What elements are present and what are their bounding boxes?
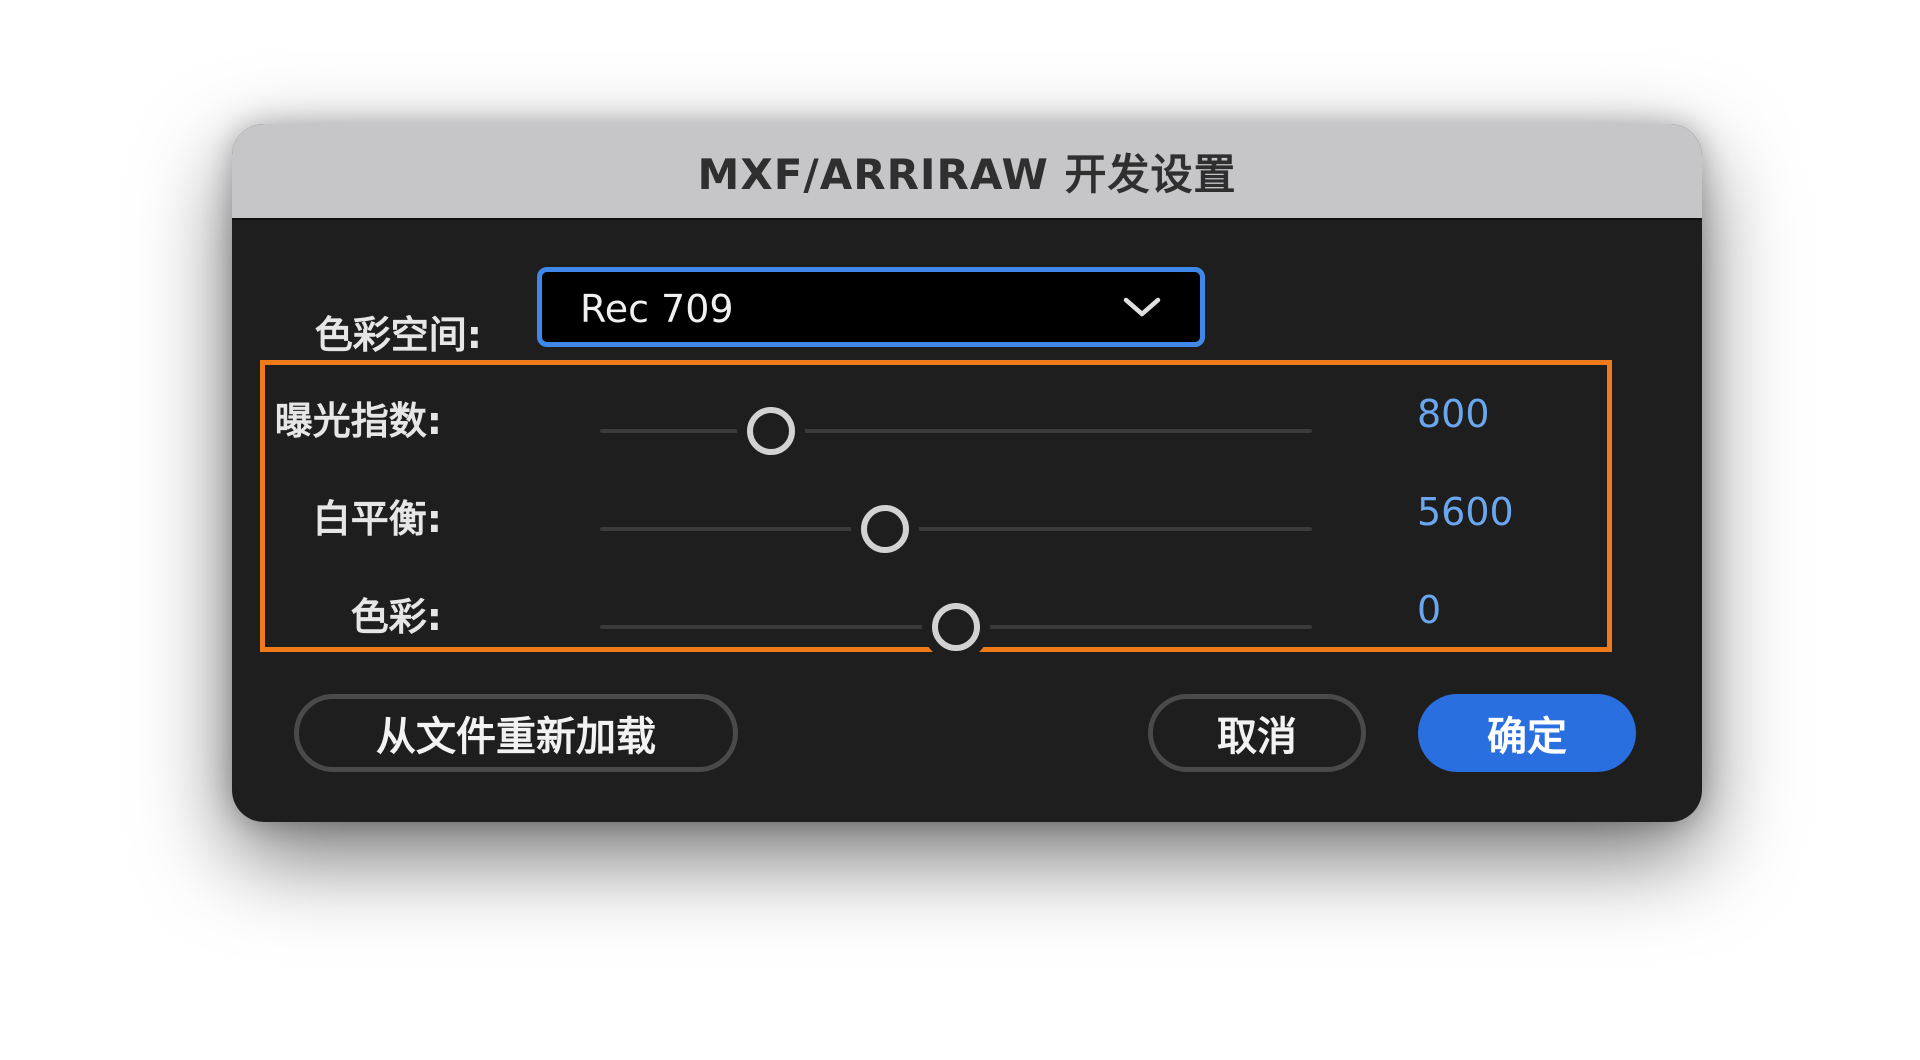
exposure-index-slider-thumb[interactable] xyxy=(746,407,795,455)
tint-label: 色彩: xyxy=(350,595,442,639)
exposure-index-slider[interactable] xyxy=(600,407,1312,455)
dialog-titlebar[interactable]: MXF/ARRIRAW 开发设置 xyxy=(232,124,1702,220)
white-balance-slider-thumb[interactable] xyxy=(860,505,909,553)
white-balance-slider[interactable] xyxy=(600,505,1312,553)
tint-slider[interactable] xyxy=(600,603,1312,651)
cancel-button-label: 取消 xyxy=(1217,714,1297,760)
exposure-index-label: 曝光指数: xyxy=(274,399,442,443)
reload-from-file-button-label: 从文件重新加载 xyxy=(376,714,656,760)
color-space-dropdown[interactable]: Rec 709 xyxy=(537,267,1205,347)
reload-from-file-button[interactable]: 从文件重新加载 xyxy=(294,694,738,772)
color-space-selected-value: Rec 709 xyxy=(580,287,734,331)
settings-dialog: MXF/ARRIRAW 开发设置 色彩空间: Rec 709 曝光指数: 800… xyxy=(232,124,1702,822)
tint-slider-thumb[interactable] xyxy=(932,603,980,651)
color-space-label: 色彩空间: xyxy=(314,313,482,357)
ok-button-label: 确定 xyxy=(1487,714,1567,760)
tint-value[interactable]: 0 xyxy=(1417,588,1441,632)
exposure-index-value[interactable]: 800 xyxy=(1417,392,1490,436)
cancel-button[interactable]: 取消 xyxy=(1148,694,1366,772)
dialog-title: MXF/ARRIRAW 开发设置 xyxy=(697,149,1237,199)
slider-group-highlight xyxy=(260,360,1612,652)
white-balance-label: 白平衡: xyxy=(312,497,442,541)
chevron-down-icon xyxy=(1123,297,1161,317)
white-balance-value[interactable]: 5600 xyxy=(1417,490,1514,534)
ok-button[interactable]: 确定 xyxy=(1418,694,1636,772)
